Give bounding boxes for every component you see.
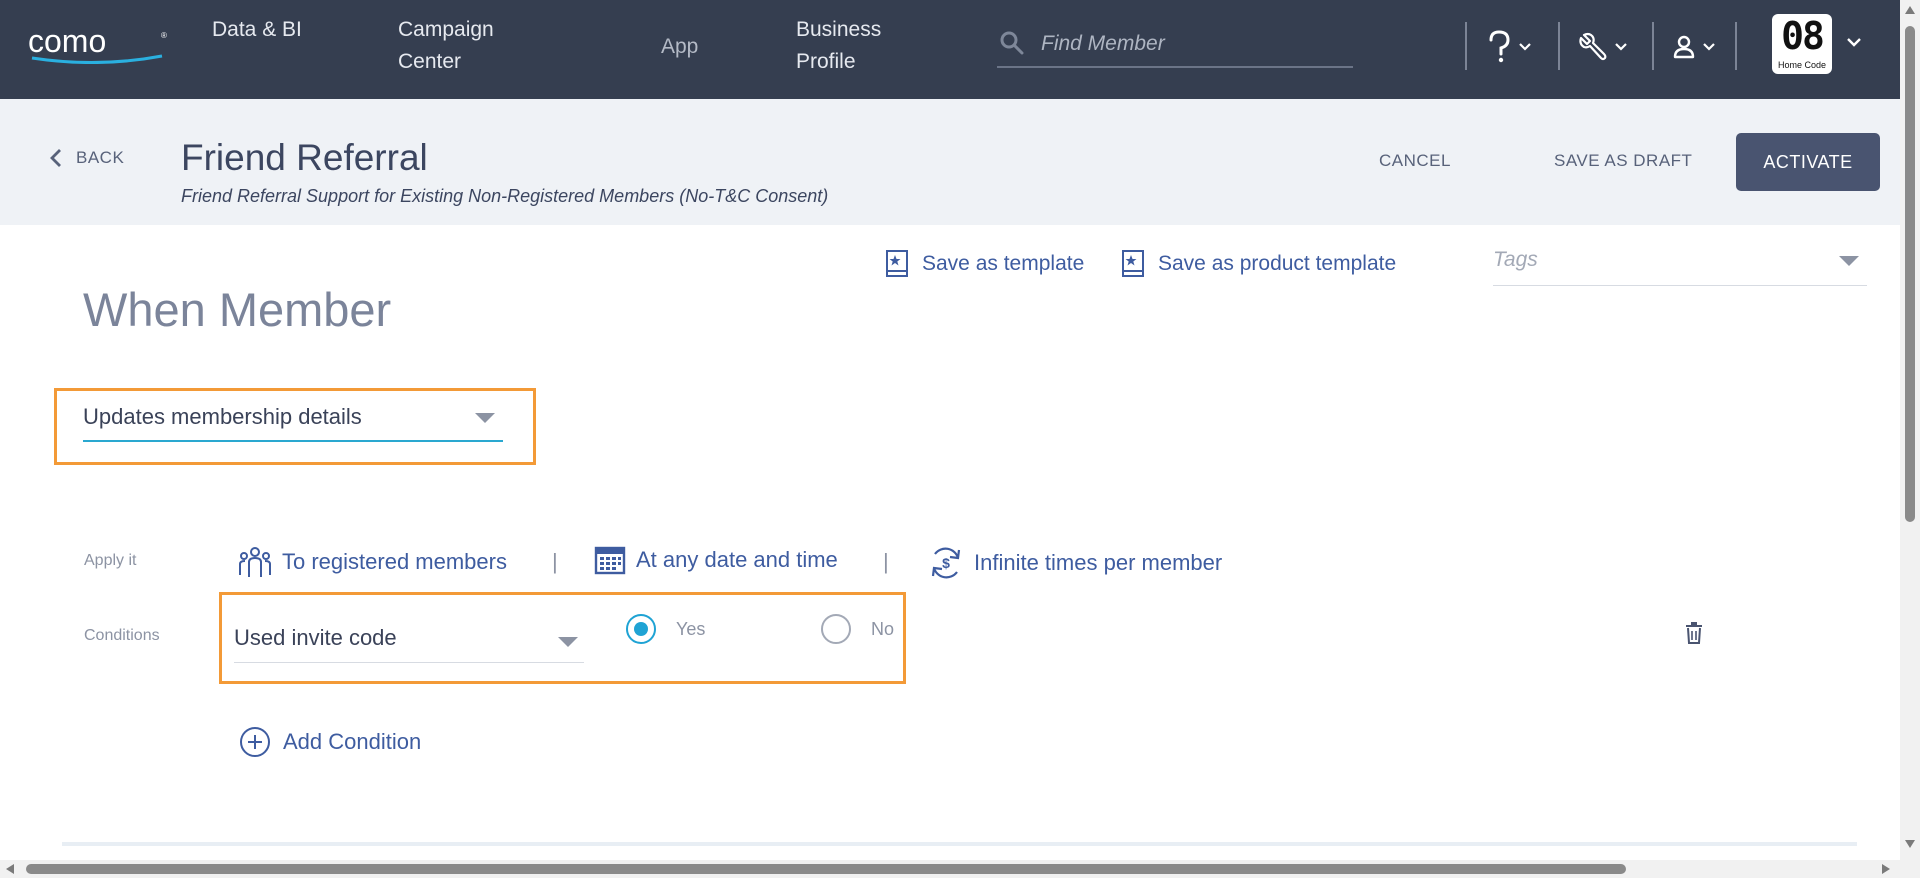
tags-select[interactable]: Tags [1493,240,1867,286]
search-icon [1000,31,1024,55]
nav-data-bi[interactable]: Data & BI [212,14,322,46]
scroll-down-arrow-icon[interactable] [1905,840,1915,848]
when-member-heading: When Member [83,283,392,336]
condition-yes-label: Yes [676,618,706,639]
vertical-scrollbar[interactable] [1900,0,1920,860]
add-condition-label: Add Condition [283,729,422,754]
plus-circle-icon [240,727,270,757]
trigger-value: Updates membership details [83,404,362,429]
navbar-divider [1652,22,1654,70]
tools-menu-button[interactable] [1578,30,1628,64]
back-button[interactable]: BACK [50,148,124,168]
navbar-divider [1558,22,1560,70]
top-navbar: como ® Data & BI Campaign Center App Bus… [0,0,1900,99]
recurring-dollar-icon: $ [931,547,961,579]
radio-selected-icon [626,614,656,644]
add-condition-button[interactable]: Add Condition [239,726,421,758]
user-menu-button[interactable] [1672,30,1716,64]
apply-separator: | [552,549,558,574]
como-logo[interactable]: como ® [28,28,168,64]
conditions-label: Conditions [84,627,160,644]
chevron-down-icon[interactable] [1846,36,1862,48]
business-logo[interactable]: 08 Home Code [1772,14,1832,74]
page-title: Friend Referral [181,137,428,178]
nav-business-profile[interactable]: Business Profile [796,14,916,78]
template-icon [1122,250,1144,277]
svg-text:$: $ [942,555,950,571]
apply-date-label: At any date and time [636,547,838,572]
page-header: BACK Friend Referral Friend Referral Sup… [0,99,1900,225]
apply-date-button[interactable]: At any date and time [594,545,838,575]
save-as-product-template-label: Save as product template [1158,252,1397,275]
find-member-search[interactable] [997,24,1353,68]
caret-down-icon [1839,256,1859,266]
nav-app[interactable]: App [661,31,698,63]
template-icon [886,250,908,277]
chevron-down-icon [1519,43,1531,51]
search-input[interactable] [1041,28,1341,60]
scroll-right-arrow-icon[interactable] [1882,864,1890,874]
caret-down-icon [475,413,495,423]
business-logo-number: 08 [1781,14,1825,58]
save-as-template-button[interactable]: Save as template [884,249,1084,279]
chevron-down-icon [1615,43,1627,51]
cancel-button[interactable]: CANCEL [1379,151,1451,171]
horizontal-scrollbar[interactable] [0,860,1920,878]
condition-yes-radio[interactable]: Yes [626,614,705,644]
user-icon [1673,35,1695,59]
apply-frequency-button[interactable]: $ Infinite times per member [928,545,1222,581]
navbar-divider [1735,22,1737,70]
radio-unselected-icon [821,614,851,644]
apply-frequency-label: Infinite times per member [974,550,1223,575]
caret-down-icon [558,637,578,647]
page-subtitle: Friend Referral Support for Existing Non… [181,186,829,206]
apply-it-label: Apply it [84,552,137,569]
condition-no-label: No [871,618,895,639]
activate-button[interactable]: ACTIVATE [1736,133,1880,191]
horizontal-scroll-thumb[interactable] [26,864,1626,874]
condition-no-radio[interactable]: No [821,614,894,644]
trash-icon[interactable] [1685,622,1703,644]
trigger-dropdown[interactable]: Updates membership details [83,400,503,442]
chevron-left-icon [50,149,61,167]
members-group-icon [239,547,271,577]
back-label: BACK [76,148,125,167]
svg-text:®: ® [161,31,167,40]
wrench-icon [1579,32,1607,61]
vertical-scroll-thumb[interactable] [1905,26,1915,522]
help-icon [1489,30,1510,63]
condition-field-value: Used invite code [234,625,397,650]
save-as-template-label: Save as template [922,252,1085,275]
navbar-divider [1465,22,1467,70]
scroll-up-arrow-icon[interactable] [1905,6,1915,14]
save-as-product-template-button[interactable]: Save as product template [1120,249,1396,279]
section-divider [62,842,1857,846]
chevron-down-icon [1703,43,1715,51]
nav-campaign-center[interactable]: Campaign Center [398,14,528,78]
save-as-draft-button[interactable]: SAVE AS DRAFT [1554,151,1692,171]
apply-separator: | [883,549,889,574]
condition-field-dropdown[interactable]: Used invite code [234,617,584,663]
apply-members-button[interactable]: To registered members [238,545,507,579]
help-menu-button[interactable] [1486,30,1532,64]
calendar-icon [594,546,626,575]
scroll-left-arrow-icon[interactable] [6,864,14,874]
business-logo-caption: Home Code [1777,60,1827,70]
tags-placeholder: Tags [1493,248,1538,271]
logo-text: como [28,28,106,59]
apply-members-label: To registered members [282,549,507,574]
